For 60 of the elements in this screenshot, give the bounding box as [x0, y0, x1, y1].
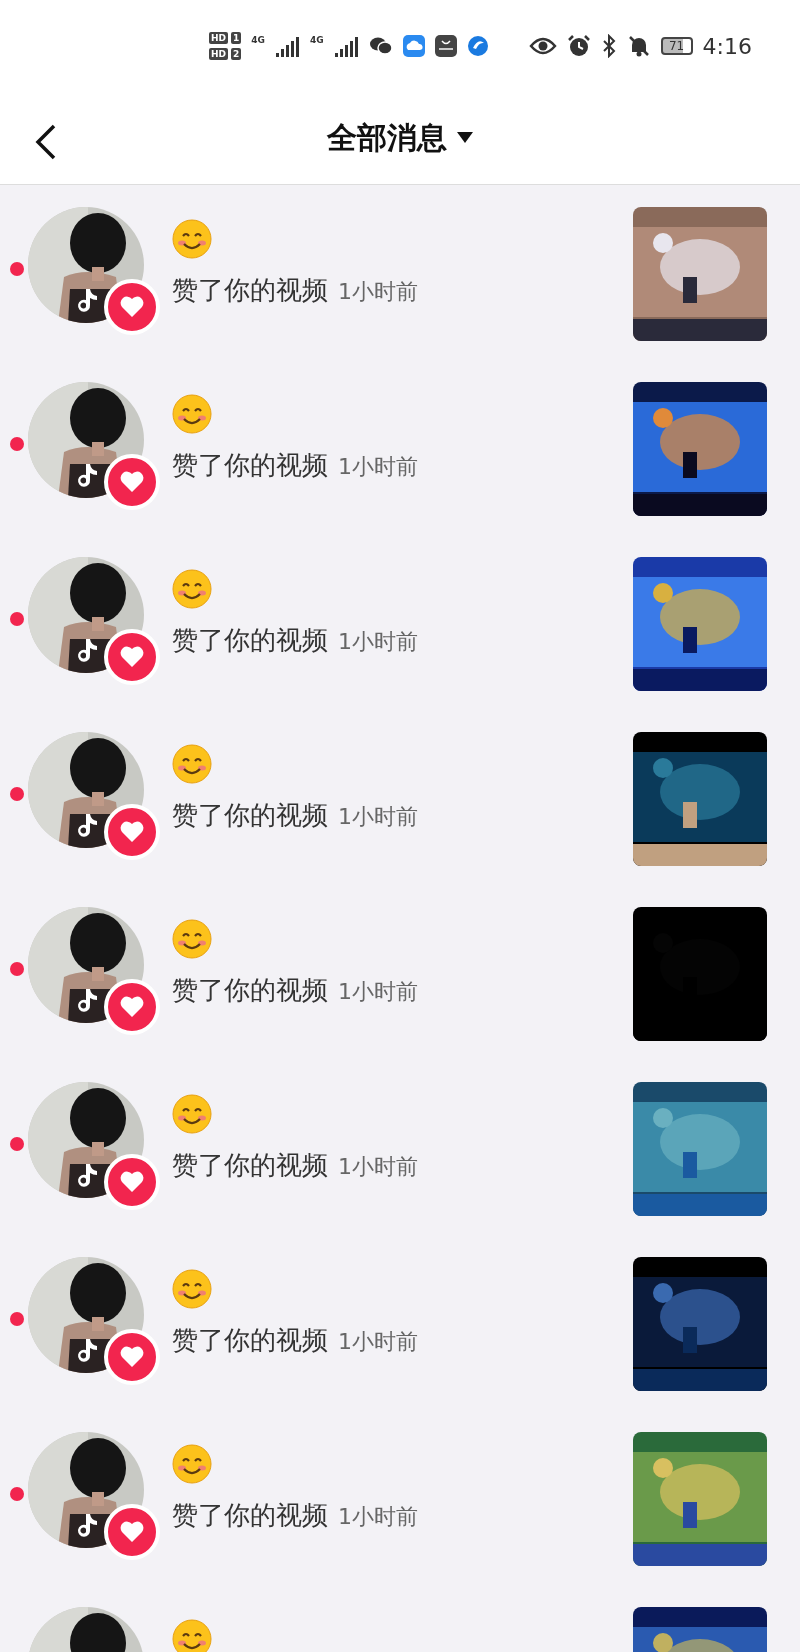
- smiley-icon: [172, 1619, 212, 1652]
- bluetooth-icon: [600, 34, 617, 58]
- chat-icon: [368, 36, 393, 56]
- smiley-icon: [172, 569, 212, 609]
- caret-icon[interactable]: [457, 132, 473, 144]
- back-icon[interactable]: [34, 122, 58, 162]
- heart-icon: [119, 1170, 145, 1194]
- music-note-icon: [76, 1162, 98, 1188]
- notification-text: 赞了你的视频: [172, 1499, 328, 1532]
- music-note-icon: [76, 637, 98, 663]
- notification-text: 赞了你的视频: [172, 274, 328, 307]
- timestamp: 1小时前: [338, 803, 418, 831]
- battery-level: 71: [660, 37, 693, 55]
- timestamp: 1小时前: [338, 1328, 418, 1356]
- music-note-icon: [76, 987, 98, 1013]
- music-note-icon: [76, 462, 98, 488]
- smiley-icon: [172, 394, 212, 434]
- store-app-icon: [434, 35, 457, 57]
- smiley-icon: [172, 919, 212, 959]
- muted-bell-icon: [626, 34, 651, 58]
- timestamp: 1小时前: [338, 978, 418, 1006]
- music-note-icon: [76, 812, 98, 838]
- cloud-app-icon: [402, 35, 425, 57]
- eye-icon: [528, 36, 557, 56]
- heart-icon: [119, 1345, 145, 1369]
- heart-icon: [119, 295, 145, 319]
- sim-badge: HD: [209, 48, 228, 60]
- timestamp: 1小时前: [338, 453, 418, 481]
- network-type: 4G: [251, 35, 265, 45]
- network-type: 4G: [309, 35, 324, 45]
- notification-text: 赞了你的视频: [172, 624, 328, 657]
- music-note-icon: [76, 1337, 98, 1363]
- notification-text: 赞了你的视频: [172, 1324, 328, 1357]
- notification-text: 赞了你的视频: [172, 799, 328, 832]
- smiley-icon: [172, 1444, 212, 1484]
- heart-icon: [119, 1520, 145, 1544]
- sim-slot: 1: [231, 32, 242, 44]
- notification-text: 赞了你的视频: [172, 974, 328, 1007]
- heart-icon: [119, 470, 145, 494]
- smiley-icon: [172, 1094, 212, 1134]
- sim-slot: 2: [231, 48, 242, 60]
- heart-icon: [119, 820, 145, 844]
- page-title[interactable]: 全部消息: [327, 117, 447, 159]
- timestamp: 1小时前: [338, 628, 418, 656]
- smiley-icon: [172, 744, 212, 784]
- smiley-icon: [172, 1269, 212, 1309]
- heart-icon: [119, 645, 145, 669]
- heart-icon: [119, 995, 145, 1019]
- timestamp: 1小时前: [338, 278, 418, 306]
- timestamp: 1小时前: [338, 1503, 418, 1531]
- browser-icon: [466, 35, 489, 57]
- clock: 4:16: [702, 33, 752, 59]
- alarm-icon: [566, 34, 591, 58]
- notification-text: 赞了你的视频: [172, 1149, 328, 1182]
- smiley-icon: [172, 219, 212, 259]
- timestamp: 1小时前: [338, 1153, 418, 1181]
- music-note-icon: [76, 1512, 98, 1538]
- notification-text: 赞了你的视频: [172, 449, 328, 482]
- sim-badge: HD: [209, 32, 228, 44]
- music-note-icon: [76, 287, 98, 313]
